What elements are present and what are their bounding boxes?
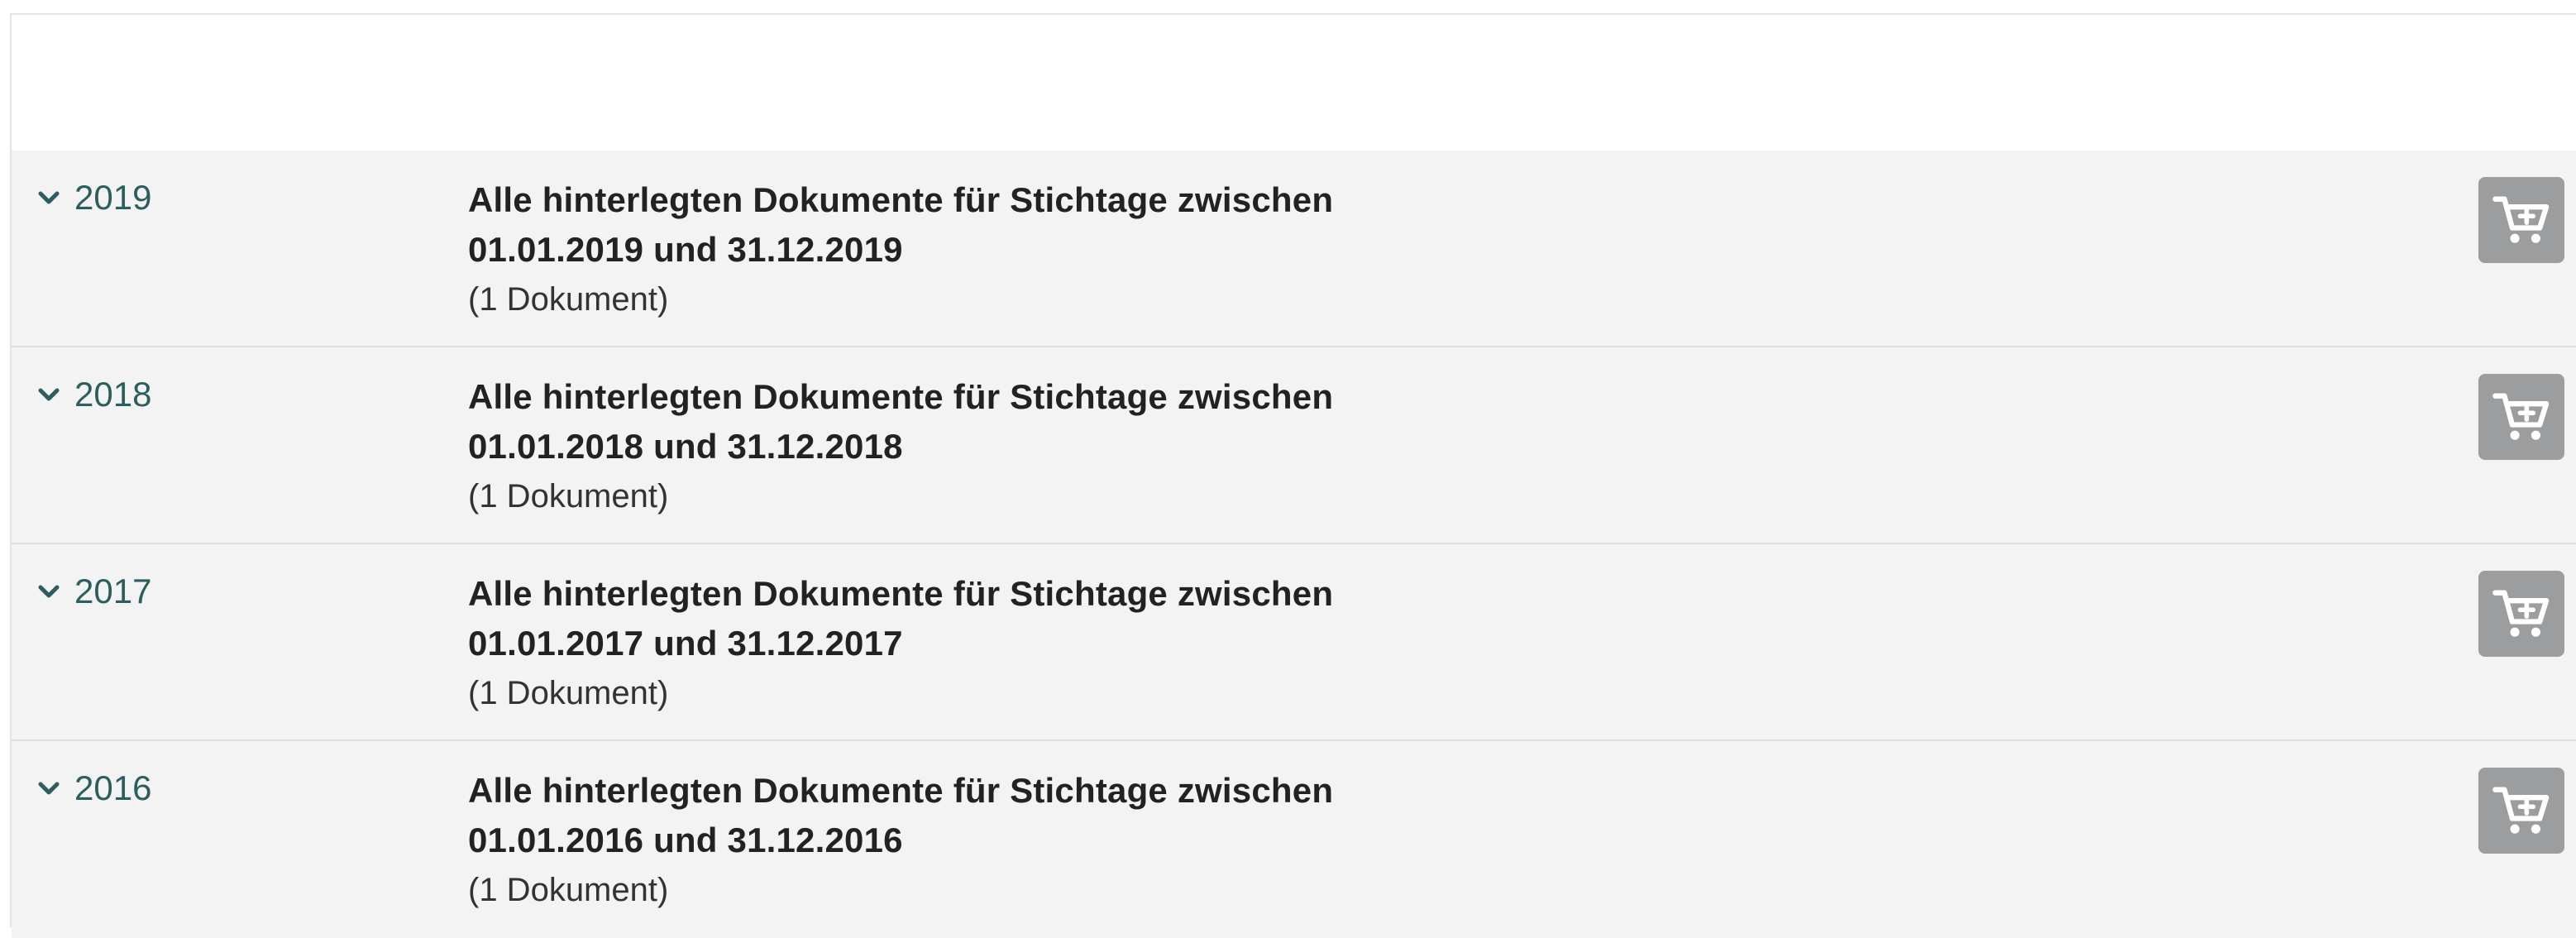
year-label: 2018 [74,375,152,414]
document-count: (1 Dokument) [468,675,669,711]
year-row-2017: 2017 Alle hinterlegten Dokumente für Sti… [12,544,2576,741]
document-range-title: Alle hinterlegten Dokumente für Stichtag… [468,377,1334,466]
add-to-cart-button[interactable] [2478,374,2564,460]
document-count: (1 Dokument) [468,478,669,514]
documents-panel: 2019 Alle hinterlegten Dokumente für Sti… [10,13,2576,938]
year-label: 2016 [74,768,152,807]
panel-header [12,15,2576,151]
year-label: 2019 [74,178,152,217]
document-description: Alle hinterlegten Dokumente für Stichtag… [468,569,1386,718]
year-toggle-2019[interactable]: 2019 [36,177,151,218]
cart-add-icon [2492,590,2550,637]
year-toggle-2017[interactable]: 2017 [36,571,151,612]
document-range-title: Alle hinterlegten Dokumente für Stichtag… [468,574,1334,663]
chevron-down-icon [38,782,60,795]
year-toggle-2018[interactable]: 2018 [36,374,151,415]
document-count: (1 Dokument) [468,872,669,908]
document-range-title: Alle hinterlegten Dokumente für Stichtag… [468,180,1334,269]
cart-add-icon [2492,787,2550,834]
chevron-down-icon [38,191,60,204]
add-to-cart-button[interactable] [2478,571,2564,657]
document-count: (1 Dokument) [468,281,669,318]
year-row-2016: 2016 Alle hinterlegten Dokumente für Sti… [12,741,2576,938]
cart-add-icon [2492,196,2550,243]
chevron-down-icon [38,585,60,598]
document-description: Alle hinterlegten Dokumente für Stichtag… [468,766,1386,915]
document-description: Alle hinterlegten Dokumente für Stichtag… [468,372,1386,521]
add-to-cart-button[interactable] [2478,177,2564,263]
add-to-cart-button[interactable] [2478,768,2564,854]
document-description: Alle hinterlegten Dokumente für Stichtag… [468,175,1386,324]
year-row-2019: 2019 Alle hinterlegten Dokumente für Sti… [12,151,2576,347]
year-row-2018: 2018 Alle hinterlegten Dokumente für Sti… [12,347,2576,544]
cart-add-icon [2492,393,2550,440]
document-range-title: Alle hinterlegten Dokumente für Stichtag… [468,771,1334,859]
chevron-down-icon [38,388,60,401]
year-toggle-2016[interactable]: 2016 [36,768,151,809]
year-label: 2017 [74,572,152,610]
